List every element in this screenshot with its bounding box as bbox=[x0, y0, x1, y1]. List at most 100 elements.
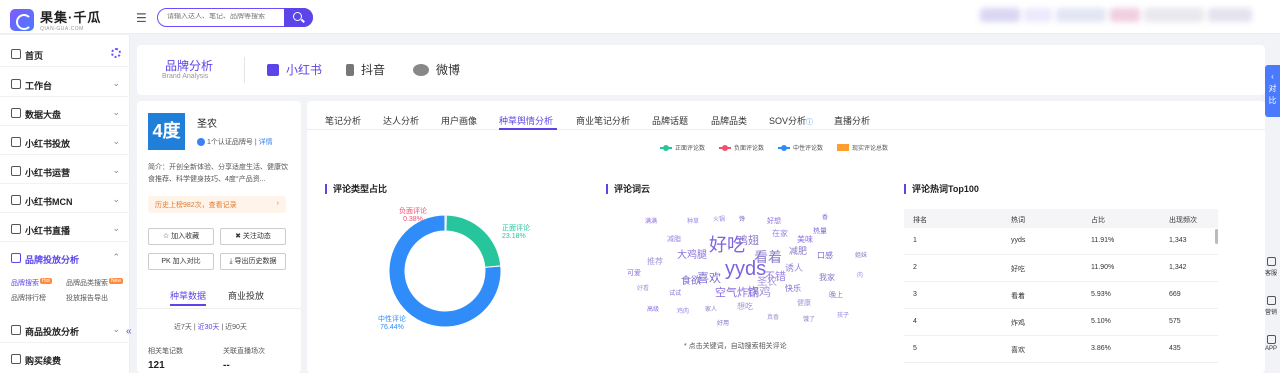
legend-neutral[interactable]: 中性评论数 bbox=[778, 143, 823, 152]
settings-icon[interactable] bbox=[111, 48, 121, 58]
word-cloud-word[interactable]: 高级 bbox=[647, 304, 659, 313]
word-cloud-word[interactable]: 晚上 bbox=[829, 290, 843, 300]
sidebar-item-product-analysis[interactable]: 商品投放分析 ⌄ bbox=[0, 317, 130, 343]
search-button[interactable] bbox=[284, 8, 313, 27]
tab-commercial-notes[interactable]: 商业笔记分析 bbox=[576, 114, 630, 127]
word-cloud-word[interactable]: 种草 bbox=[687, 216, 699, 225]
word-cloud-word[interactable]: 香 bbox=[822, 212, 828, 221]
sidebar-item-label: 首页 bbox=[25, 51, 44, 61]
sidebar-item-xhs-ops[interactable]: 小红书运营 ⌄ bbox=[0, 158, 130, 184]
word-cloud-word[interactable]: 火锅 bbox=[713, 214, 725, 223]
sidebar-item-purchase[interactable]: 购买续费 bbox=[0, 346, 130, 372]
word-cloud-word[interactable]: 可爱 bbox=[627, 268, 641, 278]
word-cloud-word[interactable]: 姐妹 bbox=[855, 250, 867, 259]
table-row[interactable]: 1 yyds 11.91% 1,343 bbox=[904, 228, 1218, 255]
period-90d[interactable]: 近90天 bbox=[225, 324, 247, 331]
word-cloud-word[interactable]: 好看 bbox=[637, 283, 649, 292]
table-row[interactable]: 4 炸鸡 5.10% 575 bbox=[904, 309, 1218, 336]
period-30d[interactable]: 近30天 bbox=[198, 324, 220, 331]
tab-user-profile[interactable]: 用户画像 bbox=[441, 114, 477, 127]
word-cloud-word[interactable]: 想吃 bbox=[737, 301, 753, 312]
sublink-brand-category-search[interactable]: 品牌品类搜索 New bbox=[66, 278, 124, 288]
add-favorite-button[interactable]: ☆ 加入收藏 bbox=[148, 228, 214, 245]
history-ranking-link[interactable]: 历史上榜982次，查看记录 › bbox=[148, 196, 286, 213]
word-cloud-word[interactable]: 满满 bbox=[645, 216, 657, 225]
tab-brand-categories[interactable]: 品牌品类 bbox=[711, 114, 747, 127]
table-row[interactable]: 5 喜欢 3.86% 435 bbox=[904, 336, 1218, 363]
verify-details-link[interactable]: 详情 bbox=[259, 139, 273, 146]
word-cloud-word[interactable]: 看着 bbox=[754, 247, 782, 267]
word-cloud-word[interactable]: 空气炸锅 bbox=[715, 284, 759, 300]
tab-douyin[interactable]: 抖音 bbox=[346, 61, 385, 78]
word-cloud-word[interactable]: 健康 bbox=[797, 298, 811, 308]
word-cloud-word[interactable]: 美味 bbox=[797, 234, 813, 245]
sidebar-item-home[interactable]: 首页 bbox=[0, 41, 130, 67]
rail-marketing[interactable]: 营销 bbox=[1262, 296, 1280, 316]
sidebar-item-workbench[interactable]: 工作台 ⌄ bbox=[0, 71, 130, 97]
word-cloud-word[interactable]: 孩子 bbox=[837, 310, 849, 319]
add-compare-button[interactable]: PK 加入对比 bbox=[148, 253, 214, 270]
tab-kol-analysis[interactable]: 达人分析 bbox=[383, 114, 419, 127]
menu-collapse-icon[interactable]: ☰ bbox=[136, 11, 147, 25]
sidebar-item-xhs-live[interactable]: 小红书直播 ⌄ bbox=[0, 216, 130, 242]
word-cloud-word[interactable]: 热量 bbox=[813, 226, 827, 236]
word-cloud-word[interactable]: 好用 bbox=[717, 318, 729, 327]
word-cloud-word[interactable]: 鸡肉 bbox=[677, 306, 689, 315]
period-7d[interactable]: 近7天 bbox=[174, 324, 192, 331]
sublink-brand-ranking[interactable]: 品牌排行榜 bbox=[11, 293, 46, 303]
word-cloud-word[interactable]: 快乐 bbox=[785, 283, 801, 294]
word-cloud-word[interactable]: 鸡翅 bbox=[737, 232, 759, 248]
sidebar-item-xhs-ads[interactable]: 小红书投放 ⌄ bbox=[0, 129, 130, 155]
sidebar-item-brand-analysis[interactable]: 品牌投放分析 ⌃ bbox=[0, 245, 130, 271]
table-row[interactable]: 3 看着 5.93% 669 bbox=[904, 282, 1218, 309]
word-cloud-word[interactable]: 圣农 bbox=[757, 273, 777, 288]
tab-commercial-ads[interactable]: 商业投放 bbox=[228, 289, 264, 302]
rail-customer-service[interactable]: 客服 bbox=[1262, 257, 1280, 277]
word-cloud-word[interactable]: 我家 bbox=[819, 272, 835, 283]
sidebar-item-dashboard[interactable]: 数据大盘 ⌄ bbox=[0, 100, 130, 126]
sublink-brand-search[interactable]: 品牌搜索 Hot bbox=[11, 278, 52, 288]
page-subtitle: Brand Analysis bbox=[162, 73, 209, 80]
table-row[interactable]: 2 好吃 11.90% 1,342 bbox=[904, 255, 1218, 282]
word-cloud-word[interactable]: 饿了 bbox=[803, 314, 815, 323]
follow-updates-button[interactable]: ✖ 关注动态 bbox=[220, 228, 286, 245]
legend-positive[interactable]: 正面评论数 bbox=[660, 143, 705, 152]
word-cloud-word[interactable]: 食欲 bbox=[681, 272, 701, 287]
table-scrollbar[interactable] bbox=[1215, 229, 1218, 244]
tab-seeding-data[interactable]: 种草数据 bbox=[170, 289, 206, 302]
word-cloud-word[interactable]: 推荐 bbox=[647, 256, 663, 267]
donut-slice-1[interactable] bbox=[445, 214, 502, 268]
search-box bbox=[157, 8, 313, 27]
word-cloud-word[interactable]: 馋 bbox=[739, 214, 745, 223]
logo[interactable]: 果集·千瓜 QIAN-GUA.COM bbox=[10, 7, 101, 32]
export-history-button[interactable]: ⤓ 导出历史数据 bbox=[220, 253, 286, 270]
word-cloud-word[interactable]: 减脂 bbox=[667, 234, 681, 244]
word-cloud-word[interactable]: 口感 bbox=[817, 250, 833, 261]
legend-total[interactable]: 现实评论总数 bbox=[837, 143, 888, 152]
tab-seeding-sentiment[interactable]: 种草舆情分析 bbox=[499, 114, 553, 127]
word-cloud-word[interactable]: 肉 bbox=[857, 270, 863, 279]
search-input[interactable] bbox=[167, 13, 282, 20]
sublink-report-export[interactable]: 投放报告导出 bbox=[66, 293, 108, 303]
word-cloud-word[interactable]: 在家 bbox=[772, 228, 788, 239]
rail-app[interactable]: APP bbox=[1262, 335, 1280, 352]
word-cloud-word[interactable]: 大鸡腿 bbox=[677, 246, 707, 261]
collapse-sidebar-icon[interactable]: « bbox=[126, 326, 132, 337]
tab-weibo[interactable]: 微博 bbox=[413, 61, 460, 78]
compare-float-button[interactable]: ‹ 对比 bbox=[1265, 65, 1280, 117]
word-cloud-word[interactable]: 真香 bbox=[767, 312, 779, 321]
word-cloud-word[interactable]: 试试 bbox=[669, 288, 681, 297]
legend-negative[interactable]: 负面评论数 bbox=[719, 143, 764, 152]
platform-label: 抖音 bbox=[361, 63, 386, 77]
tab-live-analysis[interactable]: 直播分析 bbox=[834, 114, 870, 127]
tab-xiaohongshu[interactable]: 小红书 bbox=[267, 61, 322, 78]
tab-brand-topics[interactable]: 品牌话题 bbox=[652, 114, 688, 127]
table-cell: 11.91% bbox=[1091, 237, 1115, 244]
word-cloud-word[interactable]: 家人 bbox=[705, 304, 717, 313]
tab-notes-analysis[interactable]: 笔记分析 bbox=[325, 114, 361, 127]
word-cloud-word[interactable]: 诱人 bbox=[785, 261, 803, 274]
tab-sov-analysis[interactable]: SOV分析ⓘ bbox=[769, 114, 813, 127]
sidebar-item-xhs-mcn[interactable]: 小红书MCN ⌄ bbox=[0, 187, 130, 213]
word-cloud-word[interactable]: 好想 bbox=[767, 216, 781, 226]
word-cloud-word[interactable]: 减肥 bbox=[789, 244, 807, 257]
